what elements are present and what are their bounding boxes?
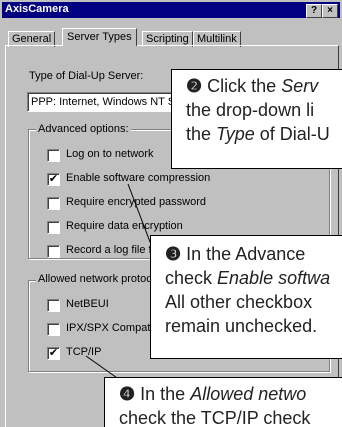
callout-2-text-d: Type [216,124,255,144]
callout-3-line-4: remain unchecked. [165,316,318,336]
callout-3-text-a: In the Advance [186,244,306,264]
callout-3-text-c: Enable softwa [217,268,331,288]
step-4-number: ❹ [119,384,136,404]
callout-step-3: ❸ In the Advance check Enable softwa All… [150,235,342,359]
callout-4-line-2: check the TCP/IP check [119,408,311,427]
step-2-number: ❷ [186,76,203,96]
callout-step-2: ❷ Click the Serv the drop-down li the Ty… [171,69,342,169]
callout-pointer-lines [85,110,173,381]
dialog-window: AxisCamera ? × General Server Types Scri… [0,0,342,427]
callout-2-text-b: Serv [281,76,319,96]
callout-2-line-2: the drop-down li [186,100,315,120]
callout-4-text-b: Allowed netwo [190,384,307,404]
callout-3-line-3: All other checkbox [165,292,313,312]
callout-4-text-a: In the [140,384,191,404]
callout-2-text-e: of Dial-U [254,124,330,144]
callout-3-text-b: check [165,268,218,288]
callout-step-4: ❹ In the Allowed netwo check the TCP/IP … [104,377,342,427]
step-3-number: ❸ [165,244,182,264]
callout-2-text-a: Click the [207,76,282,96]
callout-2-text-c: the [186,124,217,144]
